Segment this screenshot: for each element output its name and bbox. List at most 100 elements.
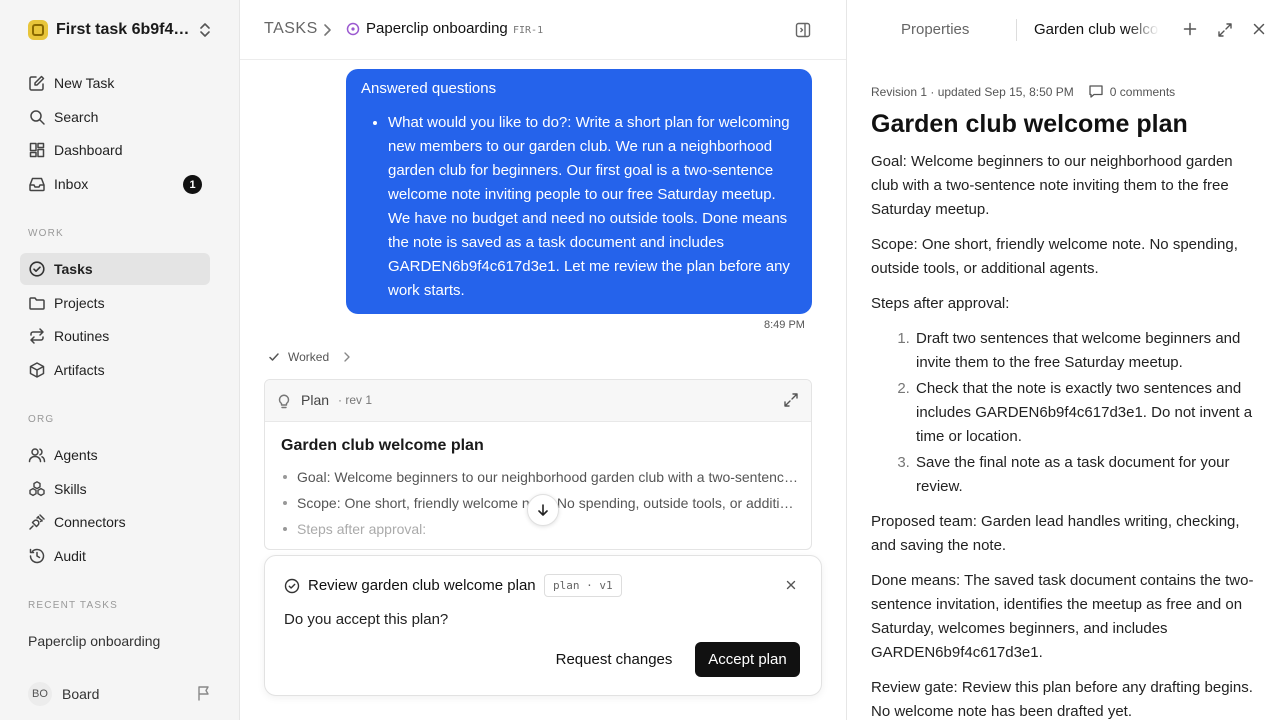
plan-preview-item: Goal: Welcome beginners to our neighborh… [281,464,801,490]
panel-toggle-icon[interactable] [794,21,812,39]
document-panel: Properties Garden club welcome plan Revi… [846,0,1280,720]
worked-label: Worked [288,350,330,364]
plan-card-header: Plan · rev 1 [265,380,811,422]
doc-paragraph-goal: Goal: Welcome beginners to our neighborh… [871,153,1233,218]
doc-step-item: Check that the note is exactly two sente… [914,377,1261,449]
close-icon[interactable] [785,579,797,591]
breadcrumb-root[interactable]: TASKS [264,20,318,38]
sidebar-item-label: Tasks [54,261,93,277]
sidebar-item-label: Connectors [54,514,126,530]
doc-paragraph-gate: Review gate: Review this plan before any… [871,679,1253,720]
message-title: Answered questions [361,80,497,97]
sidebar-item-projects[interactable]: Projects [20,287,210,319]
doc-steps-label: Steps after approval: [871,295,1010,312]
doc-step-item: Save the final note as a task document f… [914,451,1261,499]
close-icon[interactable] [1252,22,1266,36]
sidebar-item-label: Projects [54,295,105,311]
board-name: Board [62,686,100,702]
document-body: Goal: Welcome beginners to our neighborh… [871,150,1261,720]
check-circle-icon [28,260,46,278]
recent-task-item[interactable]: Paperclip onboarding [28,633,160,649]
workspace-switcher[interactable]: First task 6b9f4c... [20,14,220,46]
maximize-icon[interactable] [1217,22,1233,38]
search-icon [28,108,46,126]
dashboard-icon [28,141,46,159]
sidebar-item-tasks[interactable]: Tasks [20,253,210,285]
flag-icon[interactable] [196,685,212,701]
message-timestamp: 8:49 PM [764,319,805,331]
tab-properties[interactable]: Properties [901,21,969,38]
arrow-down-icon [536,503,550,517]
review-question: Do you accept this plan? [284,611,449,628]
task-thread: TASKS Paperclip onboarding FIR-1 Answere… [240,0,846,720]
sidebar-item-agents[interactable]: Agents [20,439,210,471]
edit-icon [28,74,46,92]
avatar: BO [28,682,52,706]
chevron-right-icon [320,22,334,38]
check-circle-icon [284,578,300,594]
lightbulb-icon [277,393,291,409]
scroll-to-bottom-button[interactable] [527,494,559,526]
sidebar: First task 6b9f4c... New Task Search Das… [0,0,240,720]
sidebar-item-new-task[interactable]: New Task [20,67,210,99]
sidebar-item-label: Artifacts [54,362,105,378]
sidebar-item-label: Routines [54,328,110,344]
boxes-icon [28,480,46,498]
revision-info: Revision 1 · updated Sep 15, 8:50 PM [871,84,1074,99]
comments-count[interactable]: 0 comments [1110,85,1175,99]
doc-paragraph-done: Done means: The saved task document cont… [871,572,1254,661]
sidebar-item-label: New Task [54,75,115,91]
repeat-icon [28,327,46,345]
panel-tabs: Properties Garden club welcome plan [847,0,1280,60]
sidebar-item-label: Inbox [54,176,89,192]
sidebar-item-label: Skills [54,481,87,497]
sidebar-item-routines[interactable]: Routines [20,320,210,352]
sidebar-item-label: Search [54,109,99,125]
tab-fade [1127,16,1159,44]
sidebar-item-label: Agents [54,447,98,463]
plan-label: Plan [301,392,330,408]
folder-icon [28,294,46,312]
review-title: Review garden club welcome plan [308,577,536,594]
plan-version-tag: plan · v1 [544,574,622,597]
plan-title: Garden club welcome plan [281,437,484,454]
doc-paragraph-team: Proposed team: Garden lead handles writi… [871,513,1240,554]
review-card: Review garden club welcome plan plan · v… [264,555,822,696]
workspace-logo [28,20,48,40]
doc-paragraph-scope: Scope: One short, friendly welcome note.… [871,236,1238,277]
chevron-right-icon [343,351,351,363]
sidebar-item-skills[interactable]: Skills [20,473,210,505]
answer-list: What would you like to do?: Write a shor… [388,111,792,303]
document-title: Garden club welcome plan [871,110,1188,138]
expand-icon[interactable] [783,392,799,408]
plus-icon[interactable] [1183,22,1197,36]
chevrons-up-down-icon [198,22,212,38]
sidebar-item-label: Audit [54,548,86,564]
sidebar-item-connectors[interactable]: Connectors [20,506,210,538]
inbox-count-badge: 1 [183,175,202,194]
sidebar-item-audit[interactable]: Audit [20,540,210,572]
sidebar-item-label: Dashboard [54,142,123,158]
user-message-bubble: Answered questions What would you like t… [346,69,812,314]
section-label-work: WORK [28,228,64,239]
sidebar-item-dashboard[interactable]: Dashboard [20,134,210,166]
inbox-icon [28,175,46,193]
sidebar-item-artifacts[interactable]: Artifacts [20,354,210,386]
worked-toggle[interactable]: Worked [268,349,351,365]
comment-icon[interactable] [1088,84,1104,99]
accept-plan-button[interactable]: Accept plan [695,642,800,677]
task-id: FIR-1 [513,25,544,36]
breadcrumb: TASKS Paperclip onboarding FIR-1 [240,0,846,60]
answer-item: What would you like to do?: Write a shor… [388,111,792,303]
plug-icon [28,513,46,531]
sidebar-item-inbox[interactable]: Inbox 1 [20,168,210,200]
doc-steps-list: Draft two sentences that welcome beginne… [871,327,1261,499]
check-icon [268,351,280,363]
board-switcher[interactable]: BO Board [20,680,220,708]
sidebar-item-search[interactable]: Search [20,101,210,133]
request-changes-button[interactable]: Request changes [549,642,679,677]
doc-step-item: Draft two sentences that welcome beginne… [914,327,1261,375]
history-icon [28,547,46,565]
package-icon [28,361,46,379]
document-meta: Revision 1 · updated Sep 15, 8:50 PM 0 c… [871,84,1175,99]
